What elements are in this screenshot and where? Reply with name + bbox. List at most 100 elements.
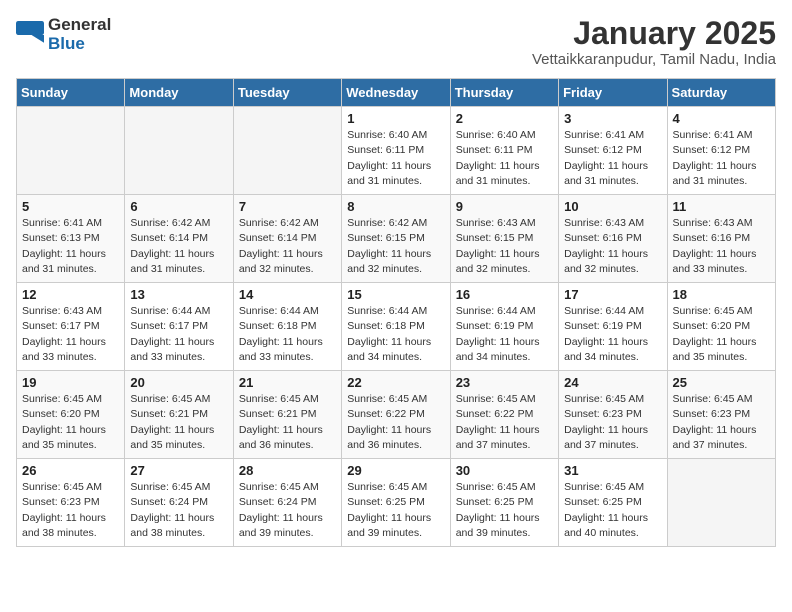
calendar-cell: 22Sunrise: 6:45 AM Sunset: 6:22 PM Dayli… — [342, 371, 450, 459]
calendar-cell: 23 Sunrise: 6:45 AM Sunset: 6:22 PM Dayli… — [450, 371, 558, 459]
day-info: Sunrise: 6:45 AM Sunset: 6:21 PM Dayligh… — [130, 392, 227, 453]
day-number: 1 — [347, 111, 444, 126]
day-number: 18 — [673, 287, 770, 302]
day-number: 27 — [130, 463, 227, 478]
day-number: 2 — [456, 111, 553, 126]
calendar-cell: 16Sunrise: 6:44 AM Sunset: 6:19 PM Dayli… — [450, 283, 558, 371]
calendar-week-2: 5 Sunrise: 6:41 AM Sunset: 6:13 PM Daylig… — [17, 195, 776, 283]
day-info: Sunrise: 6:42 AM Sunset: 6:14 PM Dayligh… — [239, 216, 336, 277]
calendar-cell: 5 Sunrise: 6:41 AM Sunset: 6:13 PM Daylig… — [17, 195, 125, 283]
weekday-header-saturday: Saturday — [667, 79, 775, 107]
calendar-cell: 15 Sunrise: 6:44 AM Sunset: 6:18 PM Dayli… — [342, 283, 450, 371]
day-info: Sunrise: 6:41 AM Sunset: 6:12 PM Dayligh… — [564, 128, 661, 189]
day-info: Sunrise: 6:45 AM Sunset: 6:22 PM Dayligh… — [456, 392, 553, 453]
day-number: 9 — [456, 199, 553, 214]
calendar-week-3: 12 Sunrise: 6:43 AM Sunset: 6:17 PM Dayli… — [17, 283, 776, 371]
day-info: Sunrise: 6:45 AM Sunset: 6:25 PM Dayligh… — [564, 480, 661, 541]
calendar-cell: 6 Sunrise: 6:42 AM Sunset: 6:14 PM Daylig… — [125, 195, 233, 283]
calendar-cell: 8Sunrise: 6:42 AM Sunset: 6:15 PM Daylig… — [342, 195, 450, 283]
day-info: Sunrise: 6:45 AM Sunset: 6:24 PM Dayligh… — [130, 480, 227, 541]
day-number: 25 — [673, 375, 770, 390]
day-number: 4 — [673, 111, 770, 126]
calendar-cell: 12 Sunrise: 6:43 AM Sunset: 6:17 PM Dayli… — [17, 283, 125, 371]
day-number: 30 — [456, 463, 553, 478]
calendar-cell: 9 Sunrise: 6:43 AM Sunset: 6:15 PM Daylig… — [450, 195, 558, 283]
calendar-cell: 25 Sunrise: 6:45 AM Sunset: 6:23 PM Dayli… — [667, 371, 775, 459]
header-row: SundayMondayTuesdayWednesdayThursdayFrid… — [17, 79, 776, 107]
day-number: 16 — [456, 287, 553, 302]
day-info: Sunrise: 6:45 AM Sunset: 6:25 PM Dayligh… — [456, 480, 553, 541]
calendar-cell — [667, 459, 775, 547]
day-info: Sunrise: 6:43 AM Sunset: 6:17 PM Dayligh… — [22, 304, 119, 365]
logo-icon — [16, 21, 44, 49]
day-info: Sunrise: 6:40 AM Sunset: 6:11 PM Dayligh… — [456, 128, 553, 189]
day-info: Sunrise: 6:45 AM Sunset: 6:23 PM Dayligh… — [564, 392, 661, 453]
calendar-header: SundayMondayTuesdayWednesdayThursdayFrid… — [17, 79, 776, 107]
weekday-header-wednesday: Wednesday — [342, 79, 450, 107]
calendar-week-4: 19 Sunrise: 6:45 AM Sunset: 6:20 PM Dayli… — [17, 371, 776, 459]
day-number: 26 — [22, 463, 119, 478]
calendar-cell: 29 Sunrise: 6:45 AM Sunset: 6:25 PM Dayli… — [342, 459, 450, 547]
calendar-cell: 1 Sunrise: 6:40 AM Sunset: 6:11 PM Daylig… — [342, 107, 450, 195]
calendar-cell: 14 Sunrise: 6:44 AM Sunset: 6:18 PM Dayli… — [233, 283, 341, 371]
day-number: 17 — [564, 287, 661, 302]
day-info: Sunrise: 6:45 AM Sunset: 6:21 PM Dayligh… — [239, 392, 336, 453]
calendar-cell: 31 Sunrise: 6:45 AM Sunset: 6:25 PM Dayli… — [559, 459, 667, 547]
calendar-cell — [233, 107, 341, 195]
day-info: Sunrise: 6:43 AM Sunset: 6:16 PM Dayligh… — [564, 216, 661, 277]
day-number: 19 — [22, 375, 119, 390]
day-info: Sunrise: 6:42 AM Sunset: 6:14 PM Dayligh… — [130, 216, 227, 277]
day-info: Sunrise: 6:45 AM Sunset: 6:20 PM Dayligh… — [673, 304, 770, 365]
calendar-cell — [125, 107, 233, 195]
calendar-week-5: 26Sunrise: 6:45 AM Sunset: 6:23 PM Dayli… — [17, 459, 776, 547]
title-block: January 2025 Vettaikkaranpudur, Tamil Na… — [532, 16, 776, 68]
day-number: 6 — [130, 199, 227, 214]
calendar-cell: 4 Sunrise: 6:41 AM Sunset: 6:12 PM Daylig… — [667, 107, 775, 195]
day-info: Sunrise: 6:40 AM Sunset: 6:11 PM Dayligh… — [347, 128, 444, 189]
day-number: 21 — [239, 375, 336, 390]
calendar-cell: 21 Sunrise: 6:45 AM Sunset: 6:21 PM Dayli… — [233, 371, 341, 459]
day-number: 5 — [22, 199, 119, 214]
calendar-table: SundayMondayTuesdayWednesdayThursdayFrid… — [16, 78, 776, 547]
logo-general: General — [48, 16, 111, 35]
day-number: 14 — [239, 287, 336, 302]
day-info: Sunrise: 6:41 AM Sunset: 6:13 PM Dayligh… — [22, 216, 119, 277]
calendar-cell: 13Sunrise: 6:44 AM Sunset: 6:17 PM Dayli… — [125, 283, 233, 371]
day-info: Sunrise: 6:44 AM Sunset: 6:19 PM Dayligh… — [564, 304, 661, 365]
day-info: Sunrise: 6:43 AM Sunset: 6:16 PM Dayligh… — [673, 216, 770, 277]
day-info: Sunrise: 6:41 AM Sunset: 6:12 PM Dayligh… — [673, 128, 770, 189]
weekday-header-thursday: Thursday — [450, 79, 558, 107]
calendar-cell: 28Sunrise: 6:45 AM Sunset: 6:24 PM Dayli… — [233, 459, 341, 547]
calendar-cell: 24 Sunrise: 6:45 AM Sunset: 6:23 PM Dayli… — [559, 371, 667, 459]
day-info: Sunrise: 6:45 AM Sunset: 6:23 PM Dayligh… — [673, 392, 770, 453]
day-info: Sunrise: 6:44 AM Sunset: 6:18 PM Dayligh… — [347, 304, 444, 365]
day-number: 7 — [239, 199, 336, 214]
calendar-cell: 26Sunrise: 6:45 AM Sunset: 6:23 PM Dayli… — [17, 459, 125, 547]
day-number: 29 — [347, 463, 444, 478]
day-number: 20 — [130, 375, 227, 390]
day-info: Sunrise: 6:45 AM Sunset: 6:20 PM Dayligh… — [22, 392, 119, 453]
day-number: 11 — [673, 199, 770, 214]
day-info: Sunrise: 6:45 AM Sunset: 6:25 PM Dayligh… — [347, 480, 444, 541]
calendar-cell: 27 Sunrise: 6:45 AM Sunset: 6:24 PM Dayli… — [125, 459, 233, 547]
day-number: 10 — [564, 199, 661, 214]
calendar-title: January 2025 — [532, 16, 776, 51]
logo-blue: Blue — [48, 35, 111, 54]
day-number: 12 — [22, 287, 119, 302]
weekday-header-tuesday: Tuesday — [233, 79, 341, 107]
calendar-cell: 30 Sunrise: 6:45 AM Sunset: 6:25 PM Dayli… — [450, 459, 558, 547]
page-header: General Blue January 2025 Vettaikkaranpu… — [16, 16, 776, 68]
day-info: Sunrise: 6:44 AM Sunset: 6:18 PM Dayligh… — [239, 304, 336, 365]
day-number: 8 — [347, 199, 444, 214]
calendar-cell: 7 Sunrise: 6:42 AM Sunset: 6:14 PM Daylig… — [233, 195, 341, 283]
calendar-cell — [17, 107, 125, 195]
day-number: 15 — [347, 287, 444, 302]
day-number: 23 — [456, 375, 553, 390]
day-info: Sunrise: 6:43 AM Sunset: 6:15 PM Dayligh… — [456, 216, 553, 277]
calendar-cell: 20 Sunrise: 6:45 AM Sunset: 6:21 PM Dayli… — [125, 371, 233, 459]
day-number: 24 — [564, 375, 661, 390]
day-number: 31 — [564, 463, 661, 478]
day-info: Sunrise: 6:44 AM Sunset: 6:17 PM Dayligh… — [130, 304, 227, 365]
weekday-header-sunday: Sunday — [17, 79, 125, 107]
logo: General Blue — [16, 16, 111, 53]
